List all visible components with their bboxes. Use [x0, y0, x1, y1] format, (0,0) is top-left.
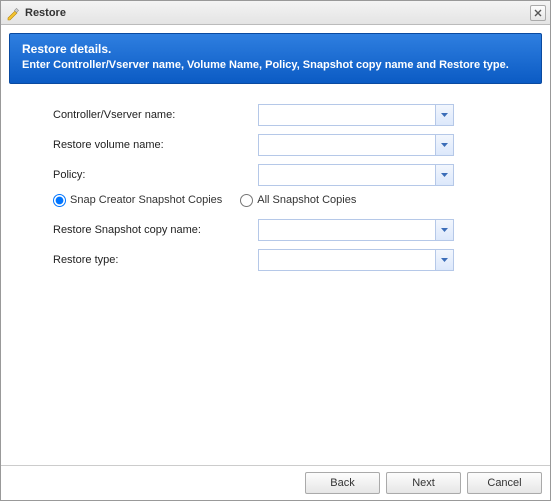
radio-snap-creator[interactable]: Snap Creator Snapshot Copies [53, 194, 222, 207]
policy-combo[interactable] [258, 164, 454, 186]
radio-snap-creator-label: Snap Creator Snapshot Copies [70, 194, 222, 206]
chevron-down-icon [441, 173, 448, 177]
policy-input[interactable] [258, 164, 454, 186]
radio-all-copies[interactable]: All Snapshot Copies [240, 194, 356, 207]
policy-trigger[interactable] [435, 165, 453, 185]
window-title: Restore [25, 7, 530, 19]
restoretype-trigger[interactable] [435, 250, 453, 270]
snapshot-trigger[interactable] [435, 220, 453, 240]
chevron-down-icon [441, 143, 448, 147]
close-button[interactable] [530, 5, 546, 21]
cancel-button[interactable]: Cancel [467, 472, 542, 494]
form-area: Controller/Vserver name: Restore volume … [1, 92, 550, 465]
banner-subtitle: Enter Controller/Vserver name, Volume Na… [22, 58, 529, 73]
snapshot-input[interactable] [258, 219, 454, 241]
close-icon [534, 9, 542, 17]
chevron-down-icon [441, 113, 448, 117]
restore-icon [5, 5, 21, 21]
volume-input[interactable] [258, 134, 454, 156]
back-button[interactable]: Back [305, 472, 380, 494]
chevron-down-icon [441, 228, 448, 232]
controller-combo[interactable] [258, 104, 454, 126]
volume-combo[interactable] [258, 134, 454, 156]
footer: Back Next Cancel [1, 465, 550, 500]
chevron-down-icon [441, 258, 448, 262]
restoretype-combo[interactable] [258, 249, 454, 271]
row-controller: Controller/Vserver name: [53, 104, 510, 126]
volume-trigger[interactable] [435, 135, 453, 155]
restoretype-input[interactable] [258, 249, 454, 271]
radio-snap-creator-input[interactable] [53, 194, 66, 207]
row-policy: Policy: [53, 164, 510, 186]
volume-label: Restore volume name: [53, 139, 258, 151]
row-snapshot: Restore Snapshot copy name: [53, 219, 510, 241]
row-volume: Restore volume name: [53, 134, 510, 156]
controller-input[interactable] [258, 104, 454, 126]
radio-all-copies-input[interactable] [240, 194, 253, 207]
controller-trigger[interactable] [435, 105, 453, 125]
next-button[interactable]: Next [386, 472, 461, 494]
row-restoretype: Restore type: [53, 249, 510, 271]
restoretype-label: Restore type: [53, 254, 258, 266]
policy-label: Policy: [53, 169, 258, 181]
restore-dialog: Restore Restore details. Enter Controlle… [0, 0, 551, 501]
snapshot-combo[interactable] [258, 219, 454, 241]
radio-all-copies-label: All Snapshot Copies [257, 194, 356, 206]
titlebar: Restore [1, 1, 550, 25]
banner: Restore details. Enter Controller/Vserve… [9, 33, 542, 84]
banner-title: Restore details. [22, 42, 529, 56]
snapshot-scope-radio-group: Snap Creator Snapshot Copies All Snapsho… [53, 194, 510, 207]
snapshot-label: Restore Snapshot copy name: [53, 224, 258, 236]
controller-label: Controller/Vserver name: [53, 109, 258, 121]
